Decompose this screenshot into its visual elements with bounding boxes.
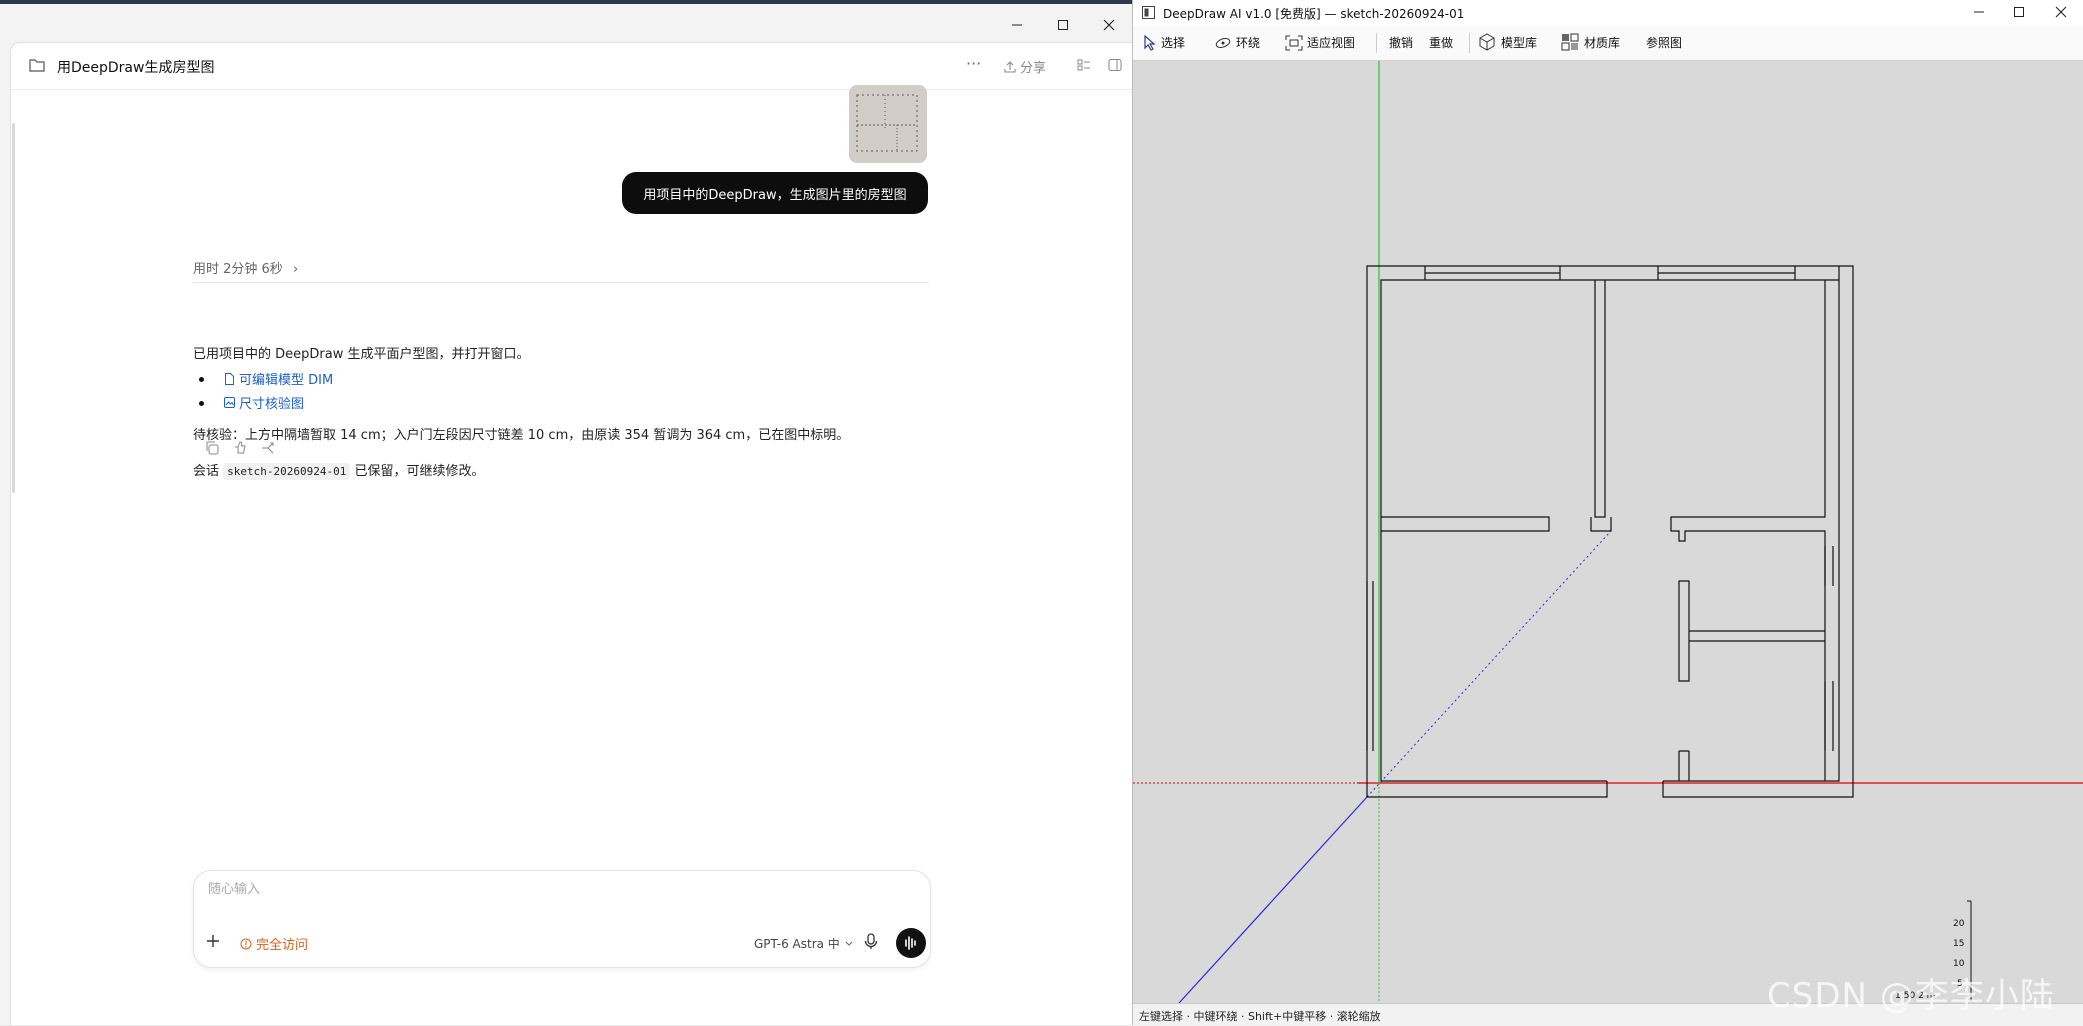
floorplan-sketch-image <box>849 85 927 163</box>
conversation-title: 用DeepDraw生成房型图 <box>57 60 215 76</box>
copy-icon[interactable] <box>204 440 220 456</box>
session-id-code: sketch-20260924-01 <box>223 463 351 480</box>
maximize-button[interactable] <box>1043 10 1083 40</box>
model-selector-label: GPT-6 Astra 中 <box>754 937 840 951</box>
image-file-icon <box>224 396 235 408</box>
close-icon <box>1103 19 1115 31</box>
deepdraw-titlebar: DeepDraw AI v1.0 [免费版] — sketch-20260924… <box>1133 0 2083 26</box>
tool-redo-label: 重做 <box>1429 36 1454 50</box>
floorplan-walls <box>1366 265 1854 798</box>
tool-fit-view-label: 适应视图 <box>1307 36 1356 50</box>
maximize-icon <box>1058 20 1068 30</box>
elapsed-time-label: 用时 2分钟 6秒 <box>193 262 283 277</box>
link-editable-model-label: 可编辑模型 DIM <box>239 373 334 388</box>
microphone-icon[interactable] <box>864 933 878 951</box>
orbit-icon <box>1215 37 1231 48</box>
material-swatch-icon <box>1561 33 1579 51</box>
close-button[interactable] <box>1089 10 1129 40</box>
app-icon <box>1142 6 1155 19</box>
message-input[interactable] <box>206 881 910 898</box>
verification-note: 待核验：上方中隔墙暂取 14 cm；入户门左段因尺寸链差 10 cm，由原读 3… <box>193 428 850 443</box>
bullet <box>199 401 204 406</box>
maximize-icon <box>2014 7 2024 17</box>
deepdraw-title: DeepDraw AI v1.0 [免费版] — sketch-20260924… <box>1163 7 1465 21</box>
minimize-button[interactable] <box>997 10 1037 40</box>
message-composer: 完全访问 GPT-6 Astra 中 <box>193 870 931 968</box>
elapsed-time-toggle[interactable]: 用时 2分钟 6秒 › <box>193 258 298 277</box>
diff-view-icon[interactable] <box>1077 58 1091 72</box>
floorplan-canvas[interactable]: 20 15 10 5 1:50 2 m <box>1133 61 2083 1003</box>
chat-topbar: 用DeepDraw生成房型图 ··· 分享 <box>11 43 1132 90</box>
sidebar-toggle-icon[interactable] <box>1108 58 1122 72</box>
access-mode-label: 完全访问 <box>256 938 309 953</box>
cube-icon <box>1479 33 1495 51</box>
z-axis-dotted <box>1366 530 1612 798</box>
tool-fit-view[interactable]: 适应视图 <box>1285 34 1355 51</box>
tool-select-label: 选择 <box>1161 36 1186 50</box>
deepdraw-window: DeepDraw AI v1.0 [免费版] — sketch-20260924… <box>1132 0 2083 1026</box>
deepdraw-close-button[interactable] <box>2041 0 2081 24</box>
chat-window-caption <box>0 4 1132 42</box>
warning-icon <box>240 938 252 949</box>
waveform-icon <box>905 936 916 950</box>
model-selector[interactable]: GPT-6 Astra 中 <box>754 935 853 952</box>
link-dimension-check-label: 尺寸核验图 <box>239 397 305 412</box>
link-dimension-check[interactable]: 尺寸核验图 <box>224 393 304 412</box>
attached-floorplan-thumbnail[interactable] <box>849 85 927 163</box>
branch-icon[interactable] <box>260 440 276 456</box>
user-message-bubble: 用项目中的DeepDraw，生成图片里的房型图 <box>622 172 928 214</box>
chevron-down-icon <box>845 941 853 946</box>
tool-reference-image[interactable]: 参照图 <box>1646 34 1682 51</box>
tool-model-library[interactable]: 模型库 <box>1477 32 1537 52</box>
z-axis <box>1178 796 1368 1003</box>
session-prefix: 会话 <box>193 464 220 479</box>
minimize-icon <box>1012 24 1022 26</box>
ruler-tick-15: 15 <box>1953 939 1964 949</box>
share-label: 分享 <box>1020 61 1047 76</box>
voice-mode-button[interactable] <box>896 928 926 958</box>
tool-orbit[interactable]: 环绕 <box>1214 34 1260 51</box>
thumbs-icon[interactable] <box>232 440 248 456</box>
tool-orbit-label: 环绕 <box>1236 36 1261 50</box>
toolbar-separator <box>1469 33 1470 53</box>
file-icon <box>225 372 234 385</box>
access-mode-button[interactable]: 完全访问 <box>240 934 308 953</box>
answer-intro: 已用项目中的 DeepDraw 生成平面户型图，并打开窗口。 <box>193 347 530 362</box>
ruler-tick-20: 20 <box>1953 919 1965 929</box>
tool-model-library-label: 模型库 <box>1501 35 1538 50</box>
divider <box>193 282 929 283</box>
close-icon <box>2055 6 2067 18</box>
bullet <box>199 377 204 382</box>
toolbar-separator <box>1376 33 1377 53</box>
tool-select[interactable]: 选择 <box>1143 34 1185 51</box>
folder-icon <box>29 59 45 72</box>
tool-reference-image-label: 参照图 <box>1646 36 1683 50</box>
plus-icon <box>207 935 219 947</box>
tool-material-library[interactable]: 材质库 <box>1560 32 1620 52</box>
minimize-icon <box>1974 11 1984 13</box>
chat-window: 用DeepDraw生成房型图 ··· 分享 用项目中的DeepDraw，生成图片… <box>0 4 1132 1025</box>
session-line: 会话 sketch-20260924-01 已保留，可继续修改。 <box>193 460 485 480</box>
chevron-right-icon: › <box>292 262 299 277</box>
fit-view-icon <box>1285 35 1303 50</box>
3d-viewport[interactable]: 20 15 10 5 1:50 2 m <box>1133 61 2083 1003</box>
add-attachment-button[interactable] <box>206 931 220 954</box>
cursor-arrow-icon <box>1144 34 1156 51</box>
deepdraw-toolbar: 选择 环绕 适应视图 撤销 重做 模型库 材质库 参照图 <box>1133 26 2083 61</box>
tool-material-library-label: 材质库 <box>1584 35 1621 50</box>
watermark: CSDN @李李小陆 <box>1767 976 2055 1016</box>
status-hint: 左键选择 · 中键环绕 · Shift+中键平移 · 滚轮缩放 <box>1139 1010 1381 1023</box>
tool-undo-label: 撤销 <box>1389 36 1414 50</box>
share-icon <box>1004 60 1016 73</box>
deepdraw-minimize-button[interactable] <box>1959 0 1999 24</box>
link-editable-model[interactable]: 可编辑模型 DIM <box>224 369 333 388</box>
session-suffix: 已保留，可继续修改。 <box>354 464 485 479</box>
scrollbar[interactable] <box>12 123 15 493</box>
deepdraw-maximize-button[interactable] <box>1999 0 2039 24</box>
tool-undo[interactable]: 撤销 <box>1389 34 1413 51</box>
more-options-button[interactable]: ··· <box>966 54 981 73</box>
tool-redo[interactable]: 重做 <box>1429 34 1453 51</box>
share-button[interactable]: 分享 <box>1004 57 1046 76</box>
